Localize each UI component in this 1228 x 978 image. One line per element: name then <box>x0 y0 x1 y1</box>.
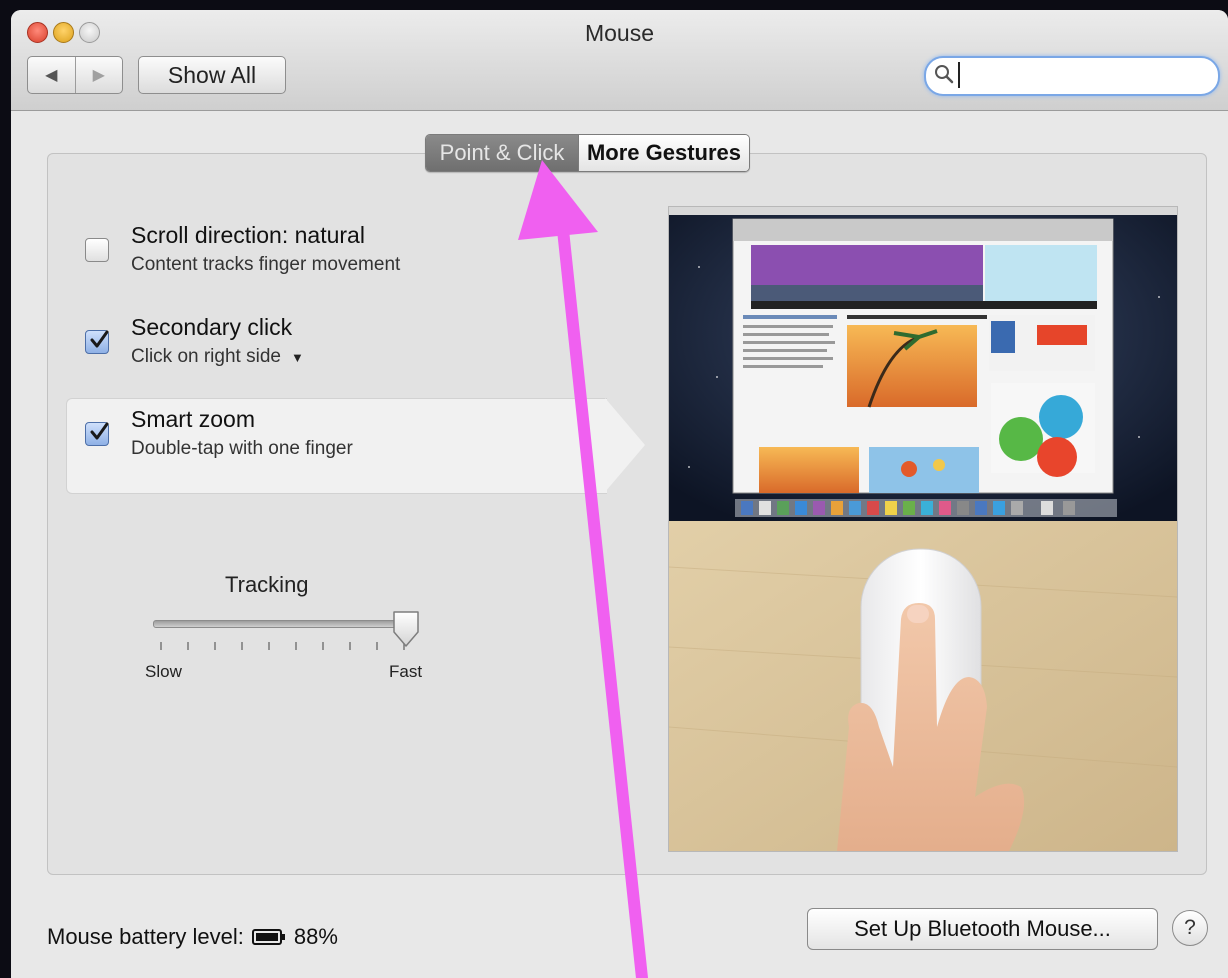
gesture-preview-image <box>668 206 1178 852</box>
option-subtitle: Content tracks finger movement <box>131 254 401 275</box>
checkmark-icon <box>90 330 109 348</box>
slider-min-label: Slow <box>145 662 182 681</box>
slider-ticks <box>160 642 405 650</box>
selected-option-pointer <box>605 398 645 492</box>
window-toolbar: Mouse ◀ ▶ Show All <box>11 10 1228 111</box>
forward-button[interactable]: ▶ <box>74 57 123 93</box>
tracking-slider-knob[interactable] <box>391 610 421 648</box>
chevron-down-icon: ▼ <box>290 350 304 365</box>
checkmark-icon <box>90 422 109 440</box>
forward-arrow-icon: ▶ <box>92 67 105 84</box>
preferences-window: Mouse ◀ ▶ Show All Point & Click More Ge… <box>11 10 1228 978</box>
battery-status: Mouse battery level: 88% <box>47 924 338 950</box>
option-title: Smart zoom <box>131 406 255 432</box>
set-up-bluetooth-mouse-button[interactable]: Set Up Bluetooth Mouse... <box>807 908 1158 950</box>
search-input[interactable] <box>958 62 1202 88</box>
option-title: Scroll direction: natural <box>131 222 365 248</box>
option-subtitle: Double-tap with one finger <box>131 438 353 459</box>
tracking-slider-track[interactable] <box>153 620 417 628</box>
smart-zoom-checkbox[interactable] <box>85 422 109 446</box>
battery-icon <box>251 929 285 945</box>
battery-label: Mouse battery level: <box>47 924 244 949</box>
secondary-click-dropdown[interactable]: Click on right side ▼ <box>131 346 304 368</box>
tab-point-and-click[interactable]: Point & Click <box>426 135 578 171</box>
scroll-direction-checkbox[interactable] <box>85 238 109 262</box>
preview-illustration <box>669 207 1177 851</box>
slider-max-label: Fast <box>389 662 423 681</box>
help-button[interactable]: ? <box>1172 910 1208 946</box>
tab-more-gestures[interactable]: More Gestures <box>578 135 749 171</box>
back-arrow-icon: ◀ <box>45 67 58 84</box>
search-icon <box>935 65 954 84</box>
navigation-buttons: ◀ ▶ <box>27 56 123 94</box>
secondary-click-checkbox[interactable] <box>85 330 109 354</box>
tracking-label: Tracking <box>225 572 309 597</box>
show-all-button[interactable]: Show All <box>138 56 286 94</box>
search-field[interactable] <box>924 56 1220 96</box>
option-title: Secondary click <box>131 314 293 340</box>
dropdown-value: Click on right side <box>131 346 281 367</box>
battery-value: 88% <box>293 924 338 949</box>
tab-bar: Point & Click More Gestures <box>425 134 750 172</box>
window-title: Mouse <box>584 20 655 46</box>
back-button[interactable]: ◀ <box>28 57 75 93</box>
